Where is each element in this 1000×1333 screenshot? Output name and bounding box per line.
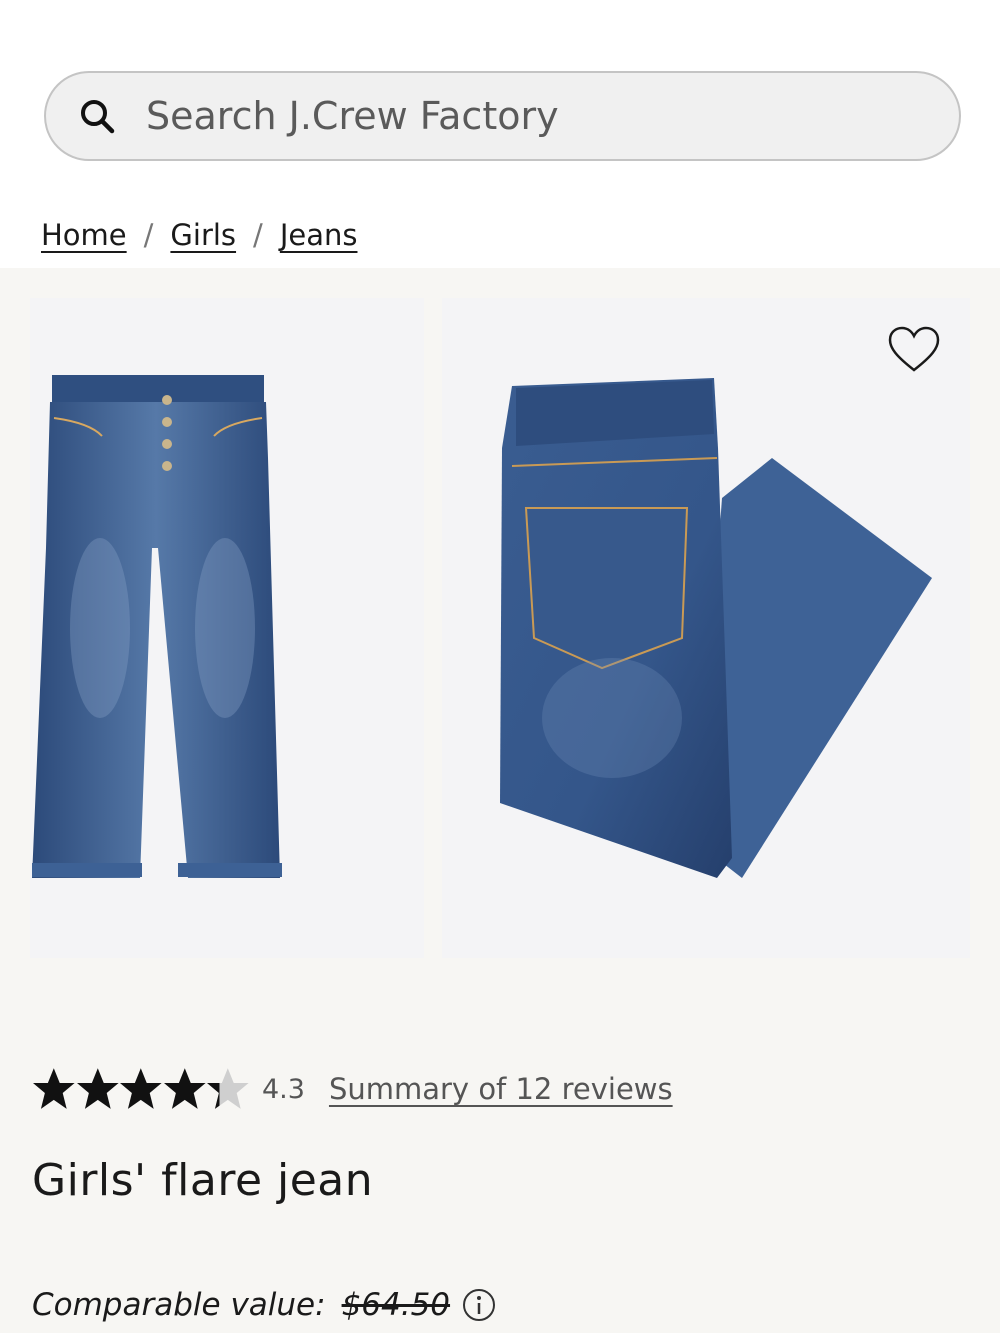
star-partial-icon	[207, 1068, 249, 1109]
breadcrumb-jeans[interactable]: Jeans	[280, 218, 358, 252]
jeans-back-illustration	[500, 378, 932, 878]
comparable-label: Comparable value:	[32, 1287, 326, 1323]
search-icon	[81, 100, 115, 134]
reviews-summary-link[interactable]: Summary of 12 reviews	[329, 1072, 673, 1106]
star-icon	[163, 1068, 206, 1109]
rating-value: 4.3	[262, 1073, 305, 1105]
wishlist-heart-icon[interactable]	[888, 326, 940, 374]
star-icon	[120, 1068, 162, 1109]
star-icon	[76, 1068, 119, 1109]
breadcrumb-girls[interactable]: Girls	[170, 218, 236, 252]
breadcrumb-home[interactable]: Home	[41, 218, 127, 252]
star-rating	[32, 1066, 250, 1112]
jeans-front-illustration	[32, 375, 282, 878]
breadcrumb-separator: /	[253, 218, 263, 252]
product-image-front[interactable]	[30, 298, 424, 958]
breadcrumb: Home / Girls / Jeans	[41, 210, 357, 260]
comparable-price: $64.50	[341, 1287, 451, 1323]
star-icon	[32, 1068, 75, 1109]
product-image-back[interactable]	[442, 298, 970, 958]
comparable-value: Comparable value: $64.50	[32, 1283, 496, 1327]
info-icon[interactable]	[462, 1288, 496, 1322]
search-input[interactable]	[146, 89, 926, 143]
search-bar[interactable]	[44, 71, 961, 161]
rating-row: 4.3 Summary of 12 reviews	[32, 1066, 673, 1112]
breadcrumb-separator: /	[143, 218, 154, 252]
product-title: Girls' flare jean	[32, 1155, 374, 1206]
